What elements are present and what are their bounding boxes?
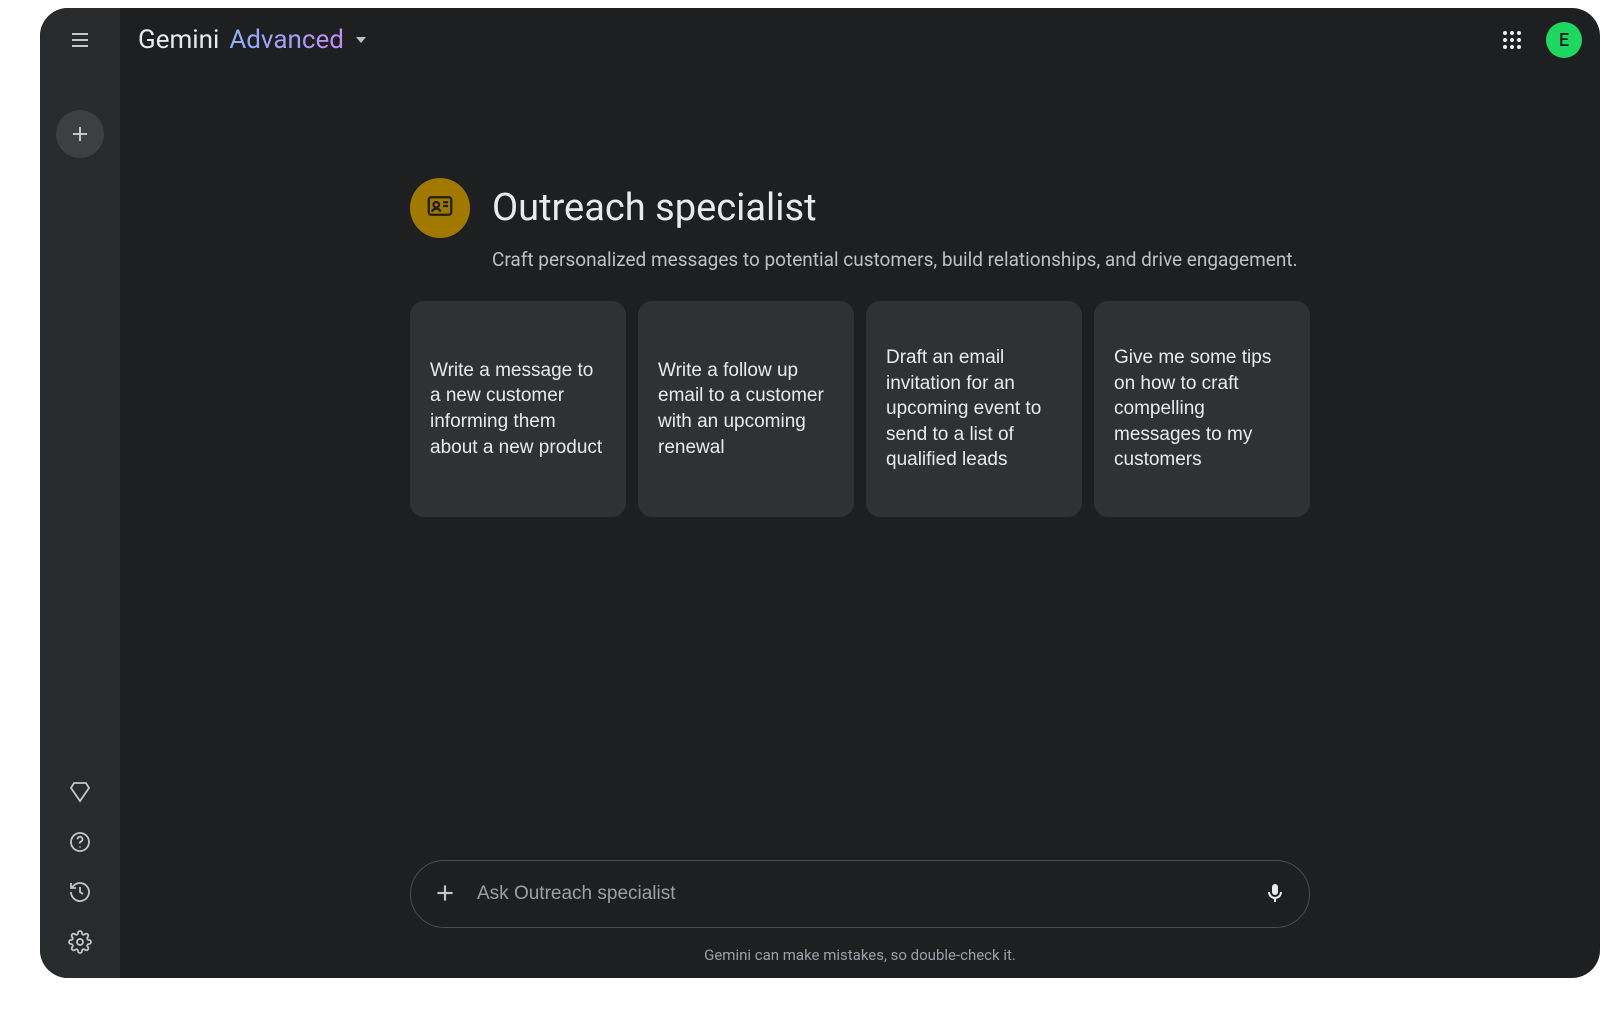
settings-icon (68, 930, 92, 954)
suggestion-card[interactable]: Give me some tips on how to craft compel… (1094, 301, 1310, 517)
prompt-input[interactable] (477, 883, 1243, 905)
settings-button[interactable] (56, 918, 104, 966)
disclaimer-text: Gemini can make mistakes, so double-chec… (704, 946, 1016, 964)
menu-icon (68, 28, 92, 52)
contact-card-icon (425, 191, 455, 225)
page-title: Outreach specialist (492, 186, 817, 230)
gem-avatar (410, 178, 470, 238)
history-icon (68, 880, 92, 904)
brand-switcher[interactable]: Gemini Advanced (138, 25, 366, 55)
suggestion-card[interactable]: Draft an email invitation for an upcomin… (866, 301, 1082, 517)
footer: Gemini can make mistakes, so double-chec… (120, 860, 1600, 964)
brand-name: Gemini (138, 25, 219, 55)
page-subtitle: Craft personalized messages to potential… (492, 248, 1310, 271)
plus-icon (68, 122, 92, 146)
new-chat-button[interactable] (56, 110, 104, 158)
hero: Outreach specialist Craft personalized m… (410, 178, 1310, 271)
google-apps-button[interactable] (1492, 20, 1532, 60)
account-avatar[interactable]: E (1546, 22, 1582, 58)
suggestion-text: Write a message to a new customer inform… (430, 360, 602, 458)
gem-icon (68, 780, 92, 804)
plus-icon (432, 880, 458, 909)
help-icon (68, 830, 92, 854)
app-frame: Gemini Advanced E (40, 8, 1600, 978)
topbar: Gemini Advanced E (120, 8, 1600, 72)
mic-button[interactable] (1255, 874, 1295, 914)
suggestion-text: Draft an email invitation for an upcomin… (886, 347, 1041, 471)
brand-tier: Advanced (229, 25, 344, 55)
suggestion-cards: Write a message to a new customer inform… (410, 301, 1310, 517)
gem-manager-button[interactable] (56, 768, 104, 816)
main: Gemini Advanced E (120, 8, 1600, 978)
history-button[interactable] (56, 868, 104, 916)
apps-icon (1503, 31, 1521, 49)
suggestion-text: Give me some tips on how to craft compel… (1114, 347, 1271, 471)
avatar-initial: E (1559, 30, 1569, 51)
prompt-input-bar (410, 860, 1310, 928)
attach-button[interactable] (425, 874, 465, 914)
suggestion-card[interactable]: Write a message to a new customer inform… (410, 301, 626, 517)
chevron-down-icon (356, 37, 366, 43)
suggestion-text: Write a follow up email to a customer wi… (658, 360, 824, 458)
menu-button[interactable] (56, 16, 104, 64)
content: Outreach specialist Craft personalized m… (120, 72, 1600, 978)
help-button[interactable] (56, 818, 104, 866)
mic-icon (1263, 881, 1287, 908)
suggestion-card[interactable]: Write a follow up email to a customer wi… (638, 301, 854, 517)
sidebar (40, 8, 120, 978)
